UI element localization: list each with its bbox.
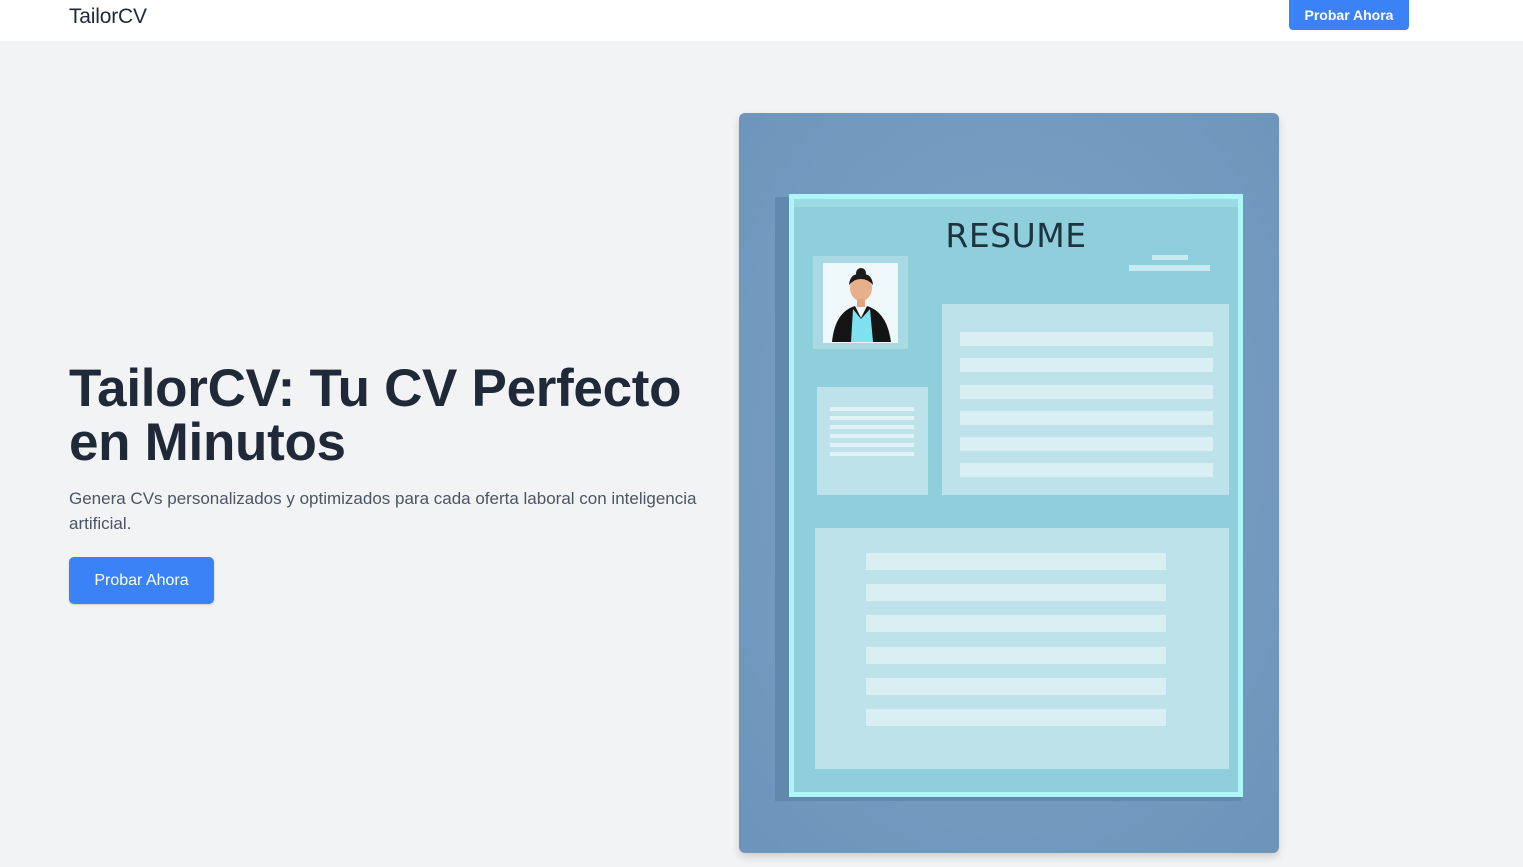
nav-try-now-button[interactable]: Probar Ahora: [1289, 0, 1409, 30]
resume-heading: RESUME: [945, 216, 1086, 255]
hero-try-now-button[interactable]: Probar Ahora: [69, 557, 214, 604]
resume-illustration-graphic: RESUME: [739, 113, 1279, 853]
resume-illustration: RESUME: [739, 113, 1279, 853]
brand-logo[interactable]: TailorCV: [69, 5, 147, 29]
hero-title: TailorCV: Tu CV Perfecto en Minutos: [69, 359, 682, 472]
top-nav-bar: TailorCV Probar Ahora: [0, 0, 1523, 41]
hero-subtitle: Genera CVs personalizados y optimizados …: [69, 489, 697, 533]
